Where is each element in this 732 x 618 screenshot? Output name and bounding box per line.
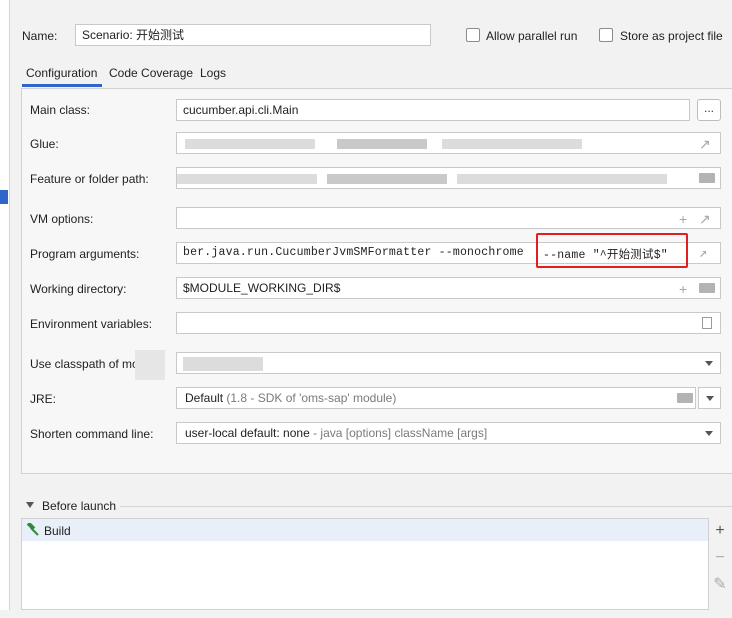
tab-code-coverage[interactable]: Code Coverage (109, 66, 193, 80)
jre-dropdown-button[interactable] (698, 387, 721, 409)
tab-logs[interactable]: Logs (200, 66, 226, 80)
allow-parallel-label[interactable]: Allow parallel run (486, 29, 577, 43)
feature-redacted (457, 174, 667, 184)
expand-icon[interactable]: ↗ (699, 134, 711, 153)
main-class-value: cucumber.api.cli.Main (183, 103, 299, 117)
name-value: Scenario: 开始测试 (82, 28, 185, 42)
glue-redacted (442, 139, 582, 149)
shorten-command-line-dropdown[interactable]: user-local default: none - java [options… (176, 422, 721, 444)
name-input[interactable]: Scenario: 开始测试 (75, 24, 431, 46)
store-project-checkbox[interactable] (599, 28, 613, 42)
classpath-redacted (183, 357, 263, 371)
chevron-down-icon (706, 396, 714, 401)
working-directory-value: $MODULE_WORKING_DIR$ (183, 281, 341, 295)
left-pane-selection (0, 190, 8, 204)
shorten-detail: - java [options] className [args] (313, 426, 488, 440)
feature-redacted (177, 174, 317, 184)
jre-label: JRE: (30, 392, 57, 406)
plus-icon[interactable]: + (679, 279, 687, 298)
main-class-label: Main class: (30, 103, 91, 117)
folder-icon[interactable] (699, 283, 715, 293)
feature-path-input[interactable] (176, 167, 721, 189)
left-pane (0, 0, 10, 610)
before-launch-list: Build (21, 518, 709, 610)
before-launch-title[interactable]: Before launch (42, 499, 116, 513)
folder-icon[interactable] (677, 393, 693, 403)
glue-redacted (185, 139, 315, 149)
main-class-input[interactable]: cucumber.api.cli.Main (176, 99, 690, 121)
list-item-label: Build (44, 524, 71, 538)
edit-task-button[interactable]: ✎ (710, 574, 730, 594)
environment-variables-input[interactable] (176, 312, 721, 334)
glue-label: Glue: (30, 137, 59, 151)
chevron-down-icon (705, 431, 713, 436)
hammer-icon (26, 521, 39, 536)
expand-icon[interactable]: ↗ (699, 244, 708, 263)
store-project-label[interactable]: Store as project file (620, 29, 723, 43)
glue-redacted (337, 139, 427, 149)
program-arguments-value: ber.java.run.CucumberJvmSMFormatter --mo… (183, 246, 524, 259)
main-class-browse-button[interactable]: ... (697, 99, 721, 121)
feature-path-label: Feature or folder path: (30, 172, 149, 186)
classpath-dropdown[interactable] (176, 352, 721, 374)
name-label: Name: (22, 29, 58, 43)
working-directory-label: Working directory: (30, 282, 127, 296)
before-launch-divider (120, 506, 732, 507)
program-arguments-highlighted: --name "^开始测试$" (543, 249, 668, 262)
expand-icon[interactable]: ↗ (699, 209, 711, 228)
jre-detail: (1.8 - SDK of 'oms-sap' module) (226, 391, 397, 405)
folder-icon[interactable] (699, 173, 715, 183)
collapse-triangle-icon[interactable] (26, 502, 34, 508)
shorten-value: user-local default: none (185, 426, 310, 440)
remove-task-button[interactable]: − (710, 549, 730, 567)
tab-underline (22, 84, 102, 87)
jre-input[interactable]: Default (1.8 - SDK of 'oms-sap' module) (176, 387, 696, 409)
classpath-label: Use classpath of mo (30, 357, 139, 371)
program-arguments-label: Program arguments: (30, 247, 140, 261)
shorten-command-line-label: Shorten command line: (30, 427, 154, 441)
add-task-button[interactable]: + (710, 522, 730, 540)
document-icon[interactable] (702, 317, 712, 329)
allow-parallel-checkbox[interactable] (466, 28, 480, 42)
feature-redacted (327, 174, 447, 184)
vm-options-label: VM options: (30, 212, 94, 226)
chevron-down-icon[interactable] (705, 361, 713, 366)
plus-icon[interactable]: + (679, 209, 687, 228)
list-item-build[interactable]: Build (22, 519, 708, 541)
jre-value: Default (185, 391, 224, 405)
vm-options-input[interactable]: + ↗ (176, 207, 721, 229)
working-directory-input[interactable]: $MODULE_WORKING_DIR$ + (176, 277, 721, 299)
tab-configuration[interactable]: Configuration (26, 66, 97, 80)
environment-variables-label: Environment variables: (30, 317, 153, 331)
glue-input[interactable]: ↗ (176, 132, 721, 154)
classpath-redacted (135, 350, 165, 380)
